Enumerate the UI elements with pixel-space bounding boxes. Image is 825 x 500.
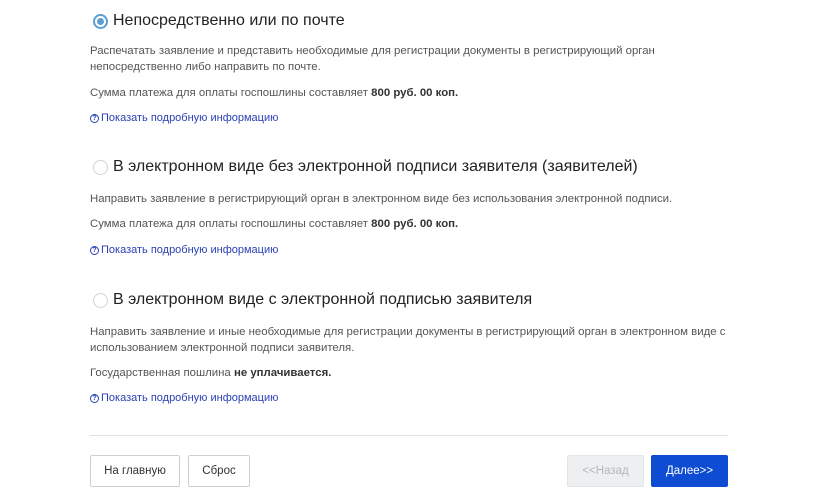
submission-option-post: Непосредственно или по почте Распечатать… [90,11,750,124]
description-line: Распечатать заявление и представить необ… [90,45,655,57]
help-icon: ? [90,113,99,123]
option-header-post[interactable]: Непосредственно или по почте [90,11,750,31]
fee-amount: 800 руб. 00 коп. [371,87,459,99]
show-details-link-electronic-signature[interactable]: ? Показать подробную информацию [90,392,750,404]
reset-button[interactable]: Сброс [188,455,250,487]
option-description-post: Распечатать заявление и представить необ… [90,43,750,75]
description-line: Направить заявление в регистрирующий орг… [90,193,673,205]
fee-amount: не уплачивается. [233,367,332,379]
option-header-electronic-signature[interactable]: В электронном виде с электронной подпись… [90,290,750,310]
radio-electronic-no-signature[interactable] [93,159,108,175]
help-icon: ? [90,245,99,255]
option-title-electronic-signature[interactable]: В электронном виде с электронной подпись… [113,290,532,310]
show-details-label[interactable]: Показать подробную информацию [101,392,278,404]
back-button[interactable]: <<Назад [567,455,644,487]
fee-info-electronic-no-signature: Сумма платежа для оплаты госпошлины сост… [90,217,750,231]
home-button[interactable]: На главную [90,455,180,487]
next-button[interactable]: Далее>> [651,455,728,487]
fee-info-electronic-signature: Государственная пошлина не уплачивается. [90,366,750,380]
option-description-electronic-no-signature: Направить заявление в регистрирующий орг… [90,191,750,207]
fee-amount: 800 руб. 00 коп. [371,218,459,230]
fee-info-post: Сумма платежа для оплаты госпошлины сост… [90,86,750,100]
option-header-electronic-no-signature[interactable]: В электронном виде без электронной подпи… [90,157,750,177]
description-line: Направить заявление и иные необходимые д… [90,326,726,338]
option-title-electronic-no-signature[interactable]: В электронном виде без электронной подпи… [113,157,638,177]
description-line: использованием электронной подписи заяви… [90,342,355,354]
fee-text: Сумма платежа для оплаты госпошлины сост… [90,87,372,99]
submission-option-electronic-signature: В электронном виде с электронной подпись… [90,290,750,404]
show-details-label[interactable]: Показать подробную информацию [101,244,278,256]
radio-electronic-signature[interactable] [93,292,108,308]
option-description-electronic-signature: Направить заявление и иные необходимые д… [90,324,750,356]
description-line: непосредственно либо направить по почте. [90,61,321,73]
radio-post-selected[interactable] [93,13,108,29]
help-icon: ? [90,393,99,403]
fee-text: Государственная пошлина [90,367,234,379]
show-details-link-electronic-no-signature[interactable]: ? Показать подробную информацию [90,244,750,256]
show-details-link-post[interactable]: ? Показать подробную информацию [90,112,750,124]
footer-divider [90,435,728,436]
option-title-post[interactable]: Непосредственно или по почте [113,11,345,31]
fee-text: Сумма платежа для оплаты госпошлины сост… [90,218,372,230]
submission-option-electronic-no-signature: В электронном виде без электронной подпи… [90,157,750,256]
show-details-label[interactable]: Показать подробную информацию [101,112,278,124]
